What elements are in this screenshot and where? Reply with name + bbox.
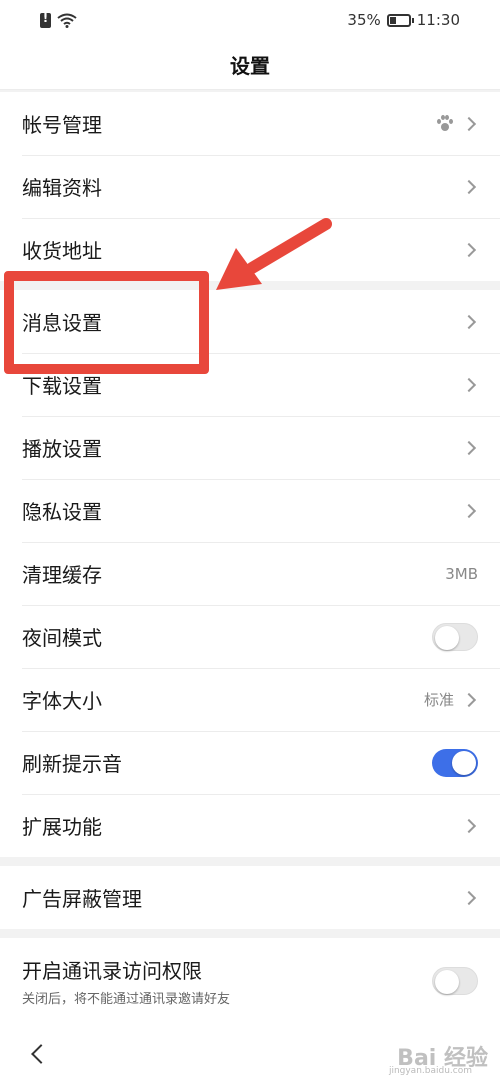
night-mode-toggle[interactable] [432, 622, 478, 651]
row-label: 广告屏蔽管理 [22, 887, 142, 911]
contacts-access-toggle[interactable] [432, 967, 478, 995]
ads-group: 广告屏蔽管理 [0, 866, 500, 929]
settings-row-extensions[interactable]: 扩展功能 [0, 794, 500, 857]
row-label: 扩展功能 [22, 815, 102, 839]
row-text: 开启通讯录访问权限 关闭后，将不能通过通讯录邀请好友 [22, 955, 230, 1007]
settings-row-contacts-access: 开启通讯录访问权限 关闭后，将不能通过通讯录邀请好友 [0, 938, 500, 1024]
chevron-right-icon [461, 818, 477, 833]
settings-row-ad-block[interactable]: 广告屏蔽管理 [0, 866, 500, 929]
row-right: 标准 [424, 689, 478, 710]
font-size-value: 标准 [423, 691, 454, 709]
row-label: 字体大小 [22, 689, 102, 713]
refresh-sound-toggle[interactable] [432, 748, 478, 777]
row-sublabel: 关闭后，将不能通过通讯录邀请好友 [22, 992, 231, 1007]
row-label: 开启通讯录访问权限 [22, 959, 202, 983]
settings-row-font-size[interactable]: 字体大小 标准 [0, 668, 500, 731]
settings-row-night-mode: 夜间模式 [0, 605, 500, 668]
row-label: 隐私设置 [22, 500, 102, 524]
chevron-right-icon [461, 440, 477, 455]
settings-row-playback[interactable]: 播放设置 [0, 416, 500, 479]
cache-size-value: 3MB [445, 564, 478, 583]
chevron-right-icon [461, 890, 477, 905]
watermark-sub: jingyan.baidu.com [388, 1066, 472, 1076]
settings-row-privacy[interactable]: 隐私设置 [0, 479, 500, 542]
row-label: 夜间模式 [22, 626, 102, 650]
row-label: 刷新提示音 [22, 752, 122, 776]
row-label: 清理缓存 [22, 563, 102, 587]
settings-row-refresh-sound: 刷新提示音 [0, 731, 500, 794]
back-arrow-icon[interactable] [31, 1044, 51, 1064]
annotation-arrow-icon [216, 218, 332, 290]
row-label: 播放设置 [22, 437, 102, 461]
chevron-right-icon [461, 503, 477, 518]
contacts-group: 开启通讯录访问权限 关闭后，将不能通过通讯录邀请好友 [0, 938, 500, 1024]
settings-row-clear-cache[interactable]: 清理缓存 3MB [0, 542, 500, 605]
chevron-right-icon [461, 692, 477, 707]
